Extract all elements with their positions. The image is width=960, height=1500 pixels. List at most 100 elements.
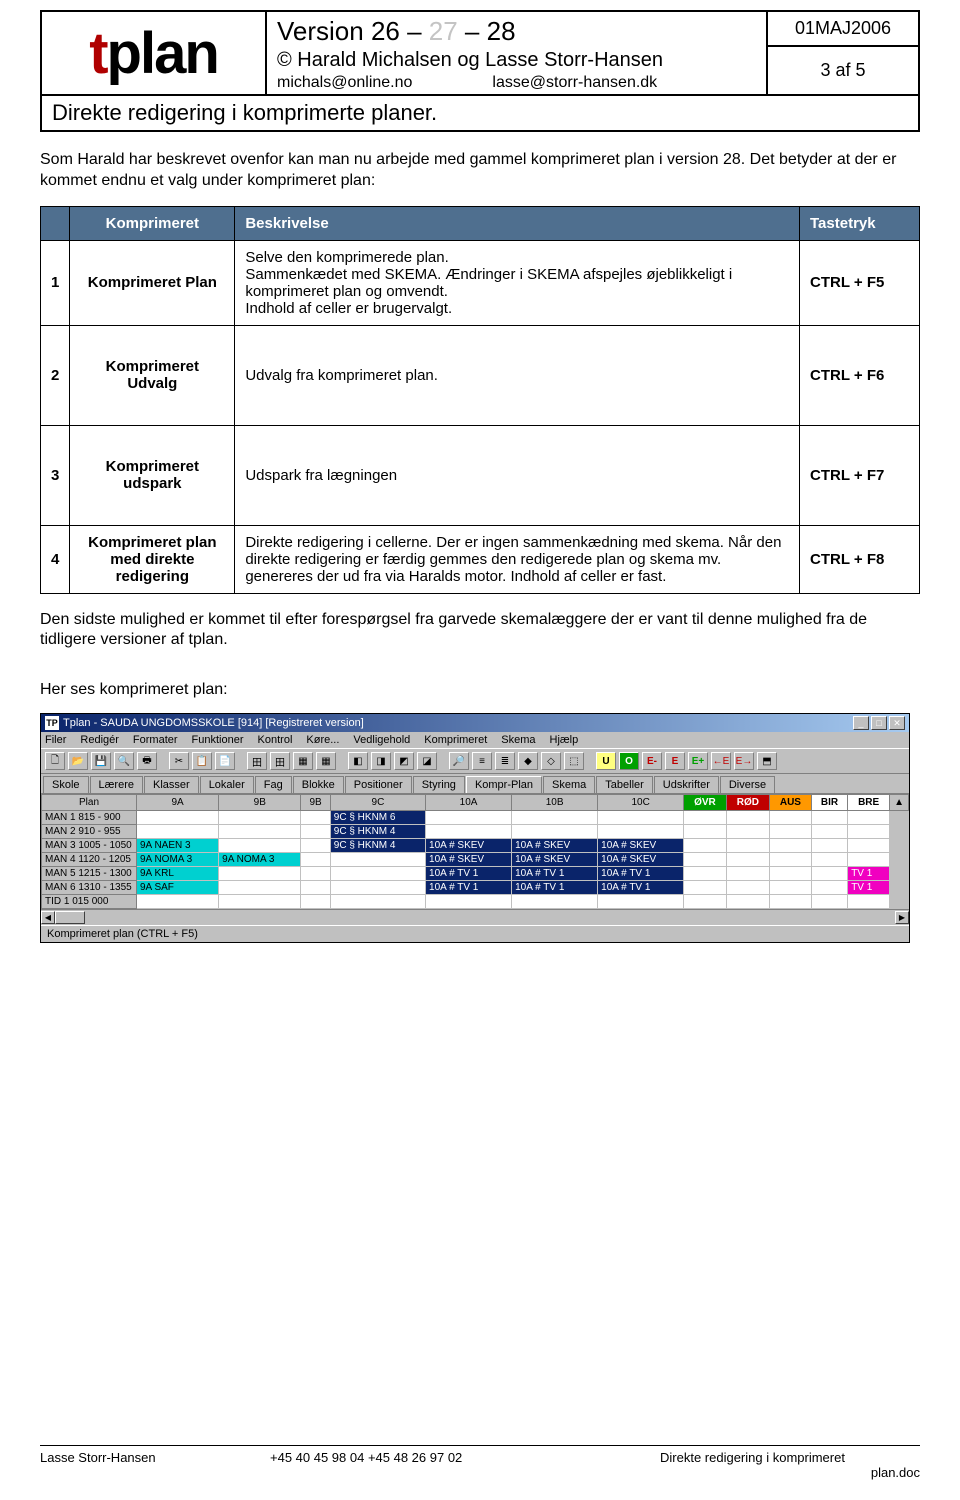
th-name: Komprimeret: [70, 206, 235, 240]
col-header[interactable]: Plan: [42, 795, 137, 811]
open-icon[interactable]: 📂: [68, 752, 88, 770]
toolbar-button[interactable]: ◧: [348, 752, 368, 770]
preview-icon[interactable]: 🔍: [114, 752, 134, 770]
tabbar: Skole Lærere Klasser Lokaler Fag Blokke …: [41, 774, 909, 794]
col-header[interactable]: 10B: [512, 795, 598, 811]
toolbar-button[interactable]: ◩: [394, 752, 414, 770]
scrollbar-v[interactable]: [890, 811, 909, 909]
maximize-button[interactable]: □: [871, 716, 887, 730]
menu-item[interactable]: Komprimeret: [424, 734, 487, 746]
toolbar-button[interactable]: ◨: [371, 752, 391, 770]
toolbar-button[interactable]: ◪: [417, 752, 437, 770]
tab[interactable]: Lærere: [90, 776, 143, 793]
toolbar-button[interactable]: U: [596, 752, 616, 770]
tab[interactable]: Udskrifter: [654, 776, 719, 793]
toolbar-button[interactable]: ✂: [169, 752, 189, 770]
tab[interactable]: Klasser: [144, 776, 199, 793]
minimize-button[interactable]: _: [853, 716, 869, 730]
tab[interactable]: Blokke: [293, 776, 344, 793]
toolbar-button[interactable]: 田: [270, 752, 290, 770]
toolbar-button[interactable]: E+: [688, 752, 708, 770]
tab[interactable]: Skole: [43, 776, 89, 793]
toolbar-button[interactable]: 田: [247, 752, 267, 770]
intro-paragraph: Som Harald har beskrevet ovenfor kan man…: [40, 150, 920, 192]
col-header[interactable]: BRE: [848, 795, 890, 811]
email-2: lasse@storr-hansen.dk: [492, 74, 657, 92]
scrollbar-h[interactable]: ◀ ▶: [41, 909, 909, 925]
grid-table[interactable]: Plan 9A 9B 9B 9C 10A 10B 10C ØVR RØD AUS…: [41, 794, 909, 909]
col-header[interactable]: AUS: [770, 795, 812, 811]
zoom-icon[interactable]: 🔎: [449, 752, 469, 770]
tab[interactable]: Skema: [543, 776, 595, 793]
print-icon[interactable]: 🖶: [137, 752, 157, 770]
tab[interactable]: Tabeller: [596, 776, 653, 793]
th-desc: Beskrivelse: [235, 206, 800, 240]
close-button[interactable]: ✕: [889, 716, 905, 730]
version-line: Version 26 – 27 – 28: [277, 16, 756, 47]
toolbar-button[interactable]: ▦: [293, 752, 313, 770]
logo-t: t: [89, 20, 106, 87]
doc-title: Direkte redigering i komprimerte planer.: [42, 94, 918, 130]
toolbar-button[interactable]: ≡: [472, 752, 492, 770]
th-key: Tastetryk: [800, 206, 920, 240]
tab-active[interactable]: Kompr-Plan: [466, 776, 542, 793]
toolbar-button[interactable]: ⬚: [564, 752, 584, 770]
col-header[interactable]: 10C: [598, 795, 684, 811]
scroll-right-icon[interactable]: ▶: [895, 911, 909, 924]
toolbar-button[interactable]: ←E: [711, 752, 731, 770]
toolbar-button[interactable]: ≣: [495, 752, 515, 770]
col-header[interactable]: RØD: [726, 795, 769, 811]
toolbar-button[interactable]: ◆: [518, 752, 538, 770]
menu-item[interactable]: Filer: [45, 734, 66, 746]
toolbar-button[interactable]: E-: [642, 752, 662, 770]
footer-right-2: plan.doc: [660, 1465, 920, 1480]
toolbar-button[interactable]: ⬒: [757, 752, 777, 770]
titlebar[interactable]: TP Tplan - SAUDA UNGDOMSSKOLE [914] [Reg…: [41, 714, 909, 732]
new-icon[interactable]: 🗋: [45, 752, 65, 770]
scroll-left-icon[interactable]: ◀: [41, 911, 55, 924]
footer-mid: +45 40 45 98 04 +45 48 26 97 02: [270, 1450, 660, 1480]
menu-item[interactable]: Vedligehold: [353, 734, 410, 746]
scroll-up-icon[interactable]: ▲: [890, 795, 909, 811]
col-header[interactable]: 9C: [330, 795, 425, 811]
toolbar-button[interactable]: 📄: [215, 752, 235, 770]
statusbar: Komprimeret plan (CTRL + F5): [41, 925, 909, 942]
tab[interactable]: Positioner: [345, 776, 412, 793]
app-screenshot: TP Tplan - SAUDA UNGDOMSSKOLE [914] [Reg…: [40, 713, 910, 943]
menu-item[interactable]: Formater: [133, 734, 178, 746]
tab[interactable]: Fag: [255, 776, 292, 793]
col-header[interactable]: 9B: [219, 795, 301, 811]
toolbar-button[interactable]: 📋: [192, 752, 212, 770]
menubar: Filer Redigér Formater Funktioner Kontro…: [41, 732, 909, 748]
after-table-paragraph: Den sidste mulighed er kommet til efter …: [40, 610, 920, 652]
tab[interactable]: Diverse: [720, 776, 775, 793]
menu-item[interactable]: Køre...: [306, 734, 339, 746]
col-header[interactable]: 9B: [301, 795, 330, 811]
menu-item[interactable]: Kontrol: [258, 734, 293, 746]
scroll-thumb[interactable]: [55, 911, 85, 924]
save-icon[interactable]: 💾: [91, 752, 111, 770]
toolbar-button[interactable]: ◇: [541, 752, 561, 770]
toolbar-button[interactable]: E→: [734, 752, 754, 770]
col-header[interactable]: ØVR: [684, 795, 727, 811]
col-header[interactable]: 10A: [426, 795, 512, 811]
toolbar-button[interactable]: E: [665, 752, 685, 770]
tab[interactable]: Styring: [413, 776, 465, 793]
tab[interactable]: Lokaler: [200, 776, 254, 793]
grid-row: MAN 2 910 - 955 9C § HKNM 4: [42, 825, 909, 839]
table-row: 1 Komprimeret Plan Selve den komprimered…: [41, 240, 920, 325]
menu-item[interactable]: Hjælp: [550, 734, 579, 746]
col-header[interactable]: BIR: [811, 795, 847, 811]
grid-row: MAN 4 1120 - 1205 9A NOMA 3 9A NOMA 3 10…: [42, 853, 909, 867]
menu-item[interactable]: Skema: [501, 734, 535, 746]
toolbar-button[interactable]: ▦: [316, 752, 336, 770]
toolbar-button[interactable]: O: [619, 752, 639, 770]
menu-item[interactable]: Redigér: [80, 734, 119, 746]
window-title: Tplan - SAUDA UNGDOMSSKOLE [914] [Regist…: [63, 717, 364, 729]
menu-item[interactable]: Funktioner: [192, 734, 244, 746]
grid-row: MAN 1 815 - 900 9C § HKNM 6: [42, 811, 909, 825]
options-table: Komprimeret Beskrivelse Tastetryk 1 Komp…: [40, 206, 920, 594]
logo: tplan: [42, 12, 267, 94]
col-header[interactable]: 9A: [137, 795, 219, 811]
doc-date: 01MAJ2006: [768, 12, 918, 47]
